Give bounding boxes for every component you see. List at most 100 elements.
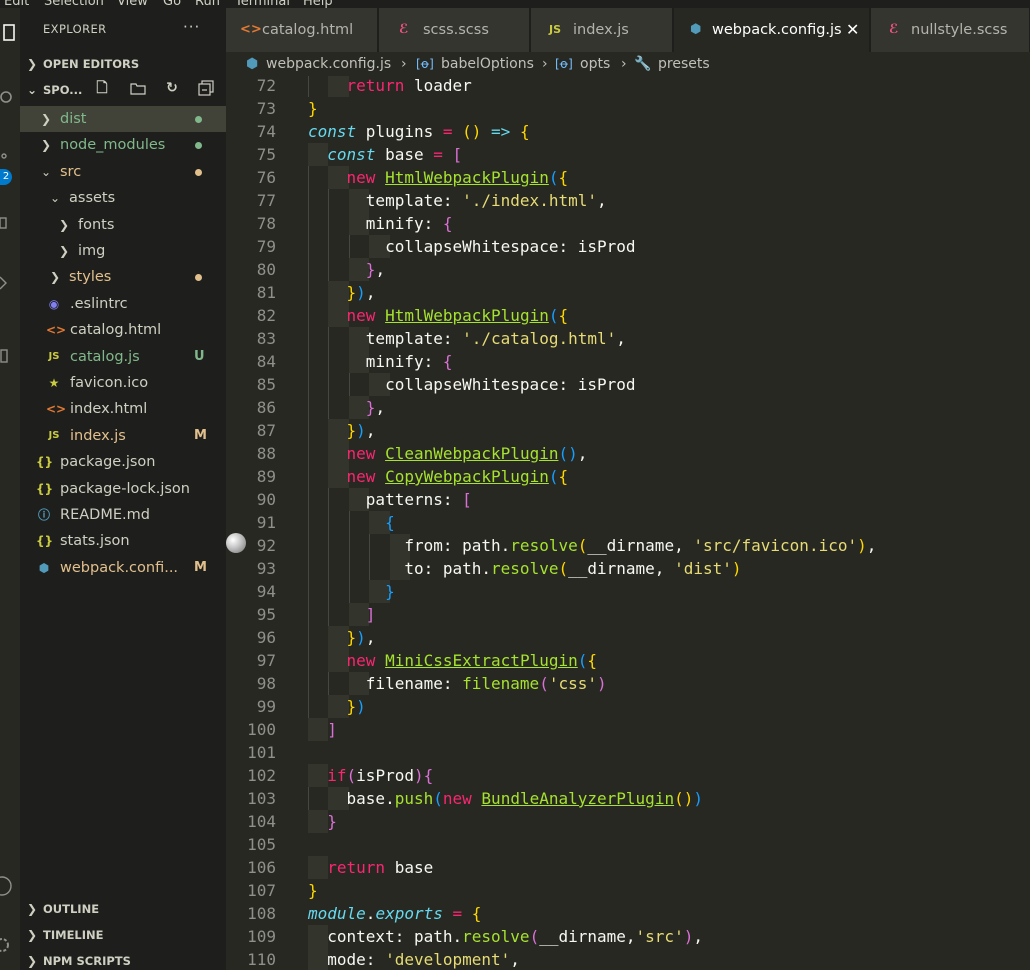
code-line: 81 }), — [226, 281, 1030, 304]
tree-item-dist[interactable]: ❯ dist — [20, 106, 226, 132]
tree-item-index-js[interactable]: JS index.js M — [20, 423, 226, 449]
eslint-file-icon: ◉ — [48, 296, 60, 311]
line-number: 96 — [256, 628, 276, 647]
code-line: 87 }), — [226, 419, 1030, 442]
tree-item-index-html[interactable]: <> index.html — [20, 396, 226, 422]
menu-edit[interactable]: Edit — [4, 0, 29, 8]
code-text: }, — [365, 398, 386, 417]
code-text: new HtmlWebpackPlugin({ — [346, 306, 569, 325]
code-text: ] — [327, 720, 337, 739]
code-text: } — [308, 99, 318, 118]
code-line: 100 ] — [226, 718, 1030, 741]
collapse-all-icon[interactable] — [198, 80, 214, 96]
code-text: return loader — [346, 76, 472, 95]
menu-help[interactable]: Help — [303, 0, 333, 8]
project-section[interactable]: ⌄ SPO... 🗋 ↻ — [20, 79, 226, 101]
remote-explorer-icon[interactable] — [0, 346, 20, 368]
tree-item-package-lock-json[interactable]: {} package-lock.json — [20, 476, 226, 502]
js-file-icon: JS — [48, 429, 60, 441]
line-number: 109 — [247, 927, 276, 946]
run-debug-icon[interactable] — [0, 213, 20, 235]
tree-item-img[interactable]: ❯ img — [20, 238, 226, 264]
menu-run[interactable]: Run — [195, 0, 220, 8]
line-number: 89 — [256, 467, 276, 486]
tree-item-package-json[interactable]: {} package.json — [20, 449, 226, 475]
menu-selection[interactable]: Selection — [44, 0, 104, 8]
tree-item-catalog-js[interactable]: JS catalog.js U — [20, 344, 226, 370]
menu-go[interactable]: Go — [163, 0, 181, 8]
manage-gear-icon[interactable] — [0, 934, 20, 956]
breadcrumb-presets[interactable]: presets — [658, 52, 710, 76]
more-actions-button[interactable]: ··· — [183, 18, 200, 36]
code-text: mode: 'development', — [308, 950, 520, 969]
code-line: 77 template: './index.html', — [226, 189, 1030, 212]
line-number: 110 — [247, 950, 276, 969]
outline-section[interactable]: ❯ OUTLINE — [20, 898, 226, 920]
tree-item-node-modules[interactable]: ❯ node_modules — [20, 132, 226, 158]
editor-tabs: <> catalog.html ℰ scss.scss JS index.js … — [226, 8, 1030, 52]
tree-item--eslintrc[interactable]: ◉ .eslintrc — [20, 291, 226, 317]
tree-item-favicon-ico[interactable]: ★ favicon.ico — [20, 370, 226, 396]
code-line: 72 return loader — [226, 76, 1030, 97]
timeline-section[interactable]: ❯ TIMELINE — [20, 924, 226, 946]
line-number: 106 — [247, 858, 276, 877]
variable-icon: [ꝋ] — [555, 57, 573, 71]
js-file-icon: JS — [549, 23, 562, 36]
code-text: new CleanWebpackPlugin(), — [346, 444, 588, 463]
code-text: new MiniCssExtractPlugin({ — [346, 651, 598, 670]
code-editor[interactable]: 72 return loader 73} 74 const plugins = () … — [226, 76, 1030, 970]
tree-item-stats-json[interactable]: {} stats.json — [20, 528, 226, 554]
explorer-icon[interactable] — [0, 22, 20, 44]
line-number: 86 — [256, 398, 276, 417]
line-number: 84 — [256, 352, 276, 371]
chevron-right-icon: ❯ — [41, 138, 52, 153]
line-number: 88 — [256, 444, 276, 463]
new-file-icon[interactable]: 🗋 — [94, 80, 110, 96]
line-number: 98 — [256, 674, 276, 693]
tab-webpack-config[interactable]: ⬢ webpack.config.js ✕ — [674, 8, 870, 52]
chevron-right-icon: ❯ — [41, 112, 52, 126]
code-text: } — [308, 881, 318, 900]
favicon-file-icon: ★ — [48, 376, 60, 390]
code-text: module.exports = { — [308, 904, 482, 923]
code-line: 89 new CopyWebpackPlugin({ — [226, 465, 1030, 488]
tab-nullstyle-scss[interactable]: ℰ nullstyle.scss — [871, 8, 1030, 52]
chevron-right-icon: ❯ — [59, 217, 70, 232]
open-editors-section[interactable]: ❯ OPEN EDITORS — [20, 53, 226, 75]
chevron-right-icon: ❯ — [27, 902, 38, 916]
menu-terminal[interactable]: Terminal — [235, 0, 290, 8]
line-number: 78 — [256, 214, 276, 233]
extensions-icon[interactable] — [0, 273, 20, 295]
tree-item-fonts[interactable]: ❯ fonts — [20, 212, 226, 238]
refresh-icon[interactable]: ↻ — [164, 80, 180, 96]
line-number: 95 — [256, 605, 276, 624]
code-text: ] — [365, 605, 376, 624]
line-number: 102 — [247, 766, 276, 785]
code-line: 86 }, — [226, 396, 1030, 419]
breadcrumb-file[interactable]: webpack.config.js — [266, 52, 391, 76]
account-icon[interactable] — [0, 874, 20, 896]
json-file-icon: {} — [36, 455, 54, 470]
breadcrumb-opts[interactable]: opts — [580, 52, 610, 76]
search-icon[interactable] — [0, 88, 20, 110]
tab-index-js[interactable]: JS index.js — [531, 8, 673, 52]
tab-scss[interactable]: ℰ scss.scss — [379, 8, 530, 52]
line-number: 79 — [256, 237, 276, 256]
tree-item-assets[interactable]: ⌄ assets — [20, 185, 226, 211]
breakpoint-indicator[interactable] — [226, 533, 246, 553]
code-text: return base — [327, 858, 434, 877]
line-number: 103 — [247, 789, 276, 808]
tab-catalog-html[interactable]: <> catalog.html — [226, 8, 378, 52]
line-number: 74 — [256, 122, 276, 141]
close-tab-icon[interactable]: ✕ — [846, 8, 859, 52]
breadcrumb-babel-options[interactable]: babelOptions — [441, 52, 534, 76]
new-folder-icon[interactable] — [130, 80, 146, 96]
menu-view[interactable]: View — [117, 0, 148, 8]
line-number: 72 — [256, 76, 276, 95]
tree-item-src[interactable]: ⌄ src — [20, 159, 226, 185]
tree-item-webpack-confi[interactable]: ⬢ webpack.confi... M — [20, 555, 226, 581]
tree-item-catalog-html[interactable]: <> catalog.html — [20, 317, 226, 343]
npm-scripts-section[interactable]: ❯ NPM SCRIPTS — [20, 950, 226, 970]
tree-item-readme-md[interactable]: ⓘ README.md — [20, 502, 226, 528]
tree-item-styles[interactable]: ❯ styles — [20, 264, 226, 290]
